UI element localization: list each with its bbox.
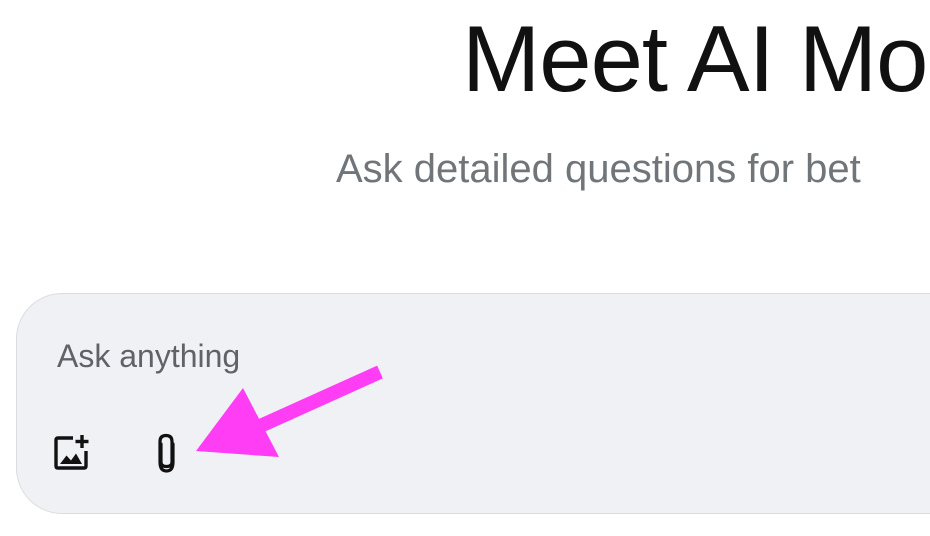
page: Meet AI Mo Ask detailed questions for be…	[0, 0, 930, 536]
add-image-button[interactable]	[49, 431, 93, 475]
add-image-icon	[51, 433, 91, 473]
paperclip-icon	[147, 431, 187, 475]
page-subtitle: Ask detailed questions for bet	[336, 147, 861, 191]
page-title: Meet AI Mo	[462, 6, 928, 111]
prompt-box[interactable]	[16, 293, 930, 514]
prompt-input[interactable]	[57, 336, 657, 376]
attach-file-button[interactable]	[145, 431, 189, 475]
